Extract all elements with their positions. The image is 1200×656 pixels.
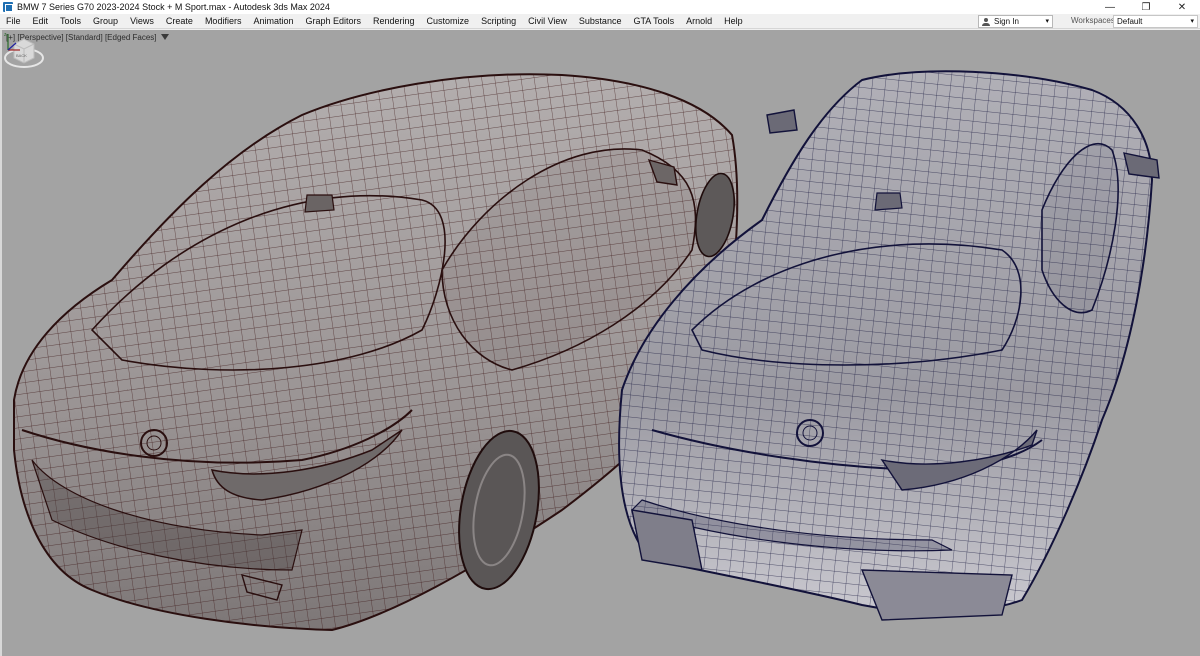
workspaces-value: Default <box>1117 17 1143 26</box>
viewport-scene <box>13 70 1160 632</box>
menu-items: File Edit Tools Group Views Create Modifiers An… <box>0 14 749 29</box>
sign-in-dropdown[interactable]: Sign In ▾ <box>978 15 1053 28</box>
restore-button[interactable]: ❐ <box>1128 0 1164 14</box>
menu-item-arnold[interactable]: Arnold <box>680 14 718 29</box>
title-bar: BMW 7 Series G70 2023-2024 Stock + M Spo… <box>0 0 1200 14</box>
menu-item-scripting[interactable]: Scripting <box>475 14 522 29</box>
close-button[interactable]: ✕ <box>1164 0 1200 14</box>
menu-item-tools[interactable]: Tools <box>54 14 87 29</box>
chevron-down-icon: ▾ <box>1190 18 1194 25</box>
svg-text:z: z <box>4 32 7 38</box>
menu-item-file[interactable]: File <box>0 14 27 29</box>
menu-item-views[interactable]: Views <box>124 14 160 29</box>
window-title: BMW 7 Series G70 2023-2024 Stock + M Spo… <box>17 2 330 12</box>
workspaces-label: Workspaces: <box>1071 16 1118 25</box>
menu-item-graph-editors[interactable]: Graph Editors <box>299 14 367 29</box>
menu-item-create[interactable]: Create <box>160 14 199 29</box>
user-icon <box>982 17 990 26</box>
menu-item-rendering[interactable]: Rendering <box>367 14 421 29</box>
menu-item-substance[interactable]: Substance <box>573 14 628 29</box>
window-controls: — ❐ ✕ <box>1092 0 1200 14</box>
menu-item-group[interactable]: Group <box>87 14 124 29</box>
menu-item-help[interactable]: Help <box>718 14 749 29</box>
menu-item-animation[interactable]: Animation <box>247 14 299 29</box>
menu-item-gta-tools[interactable]: GTA Tools <box>627 14 680 29</box>
car-left-wireframe <box>13 73 739 632</box>
chevron-down-icon: ▾ <box>1045 18 1049 25</box>
sign-in-label: Sign In <box>994 17 1019 26</box>
workspaces-select[interactable]: Default ▾ <box>1113 15 1198 28</box>
menu-item-modifiers[interactable]: Modifiers <box>199 14 248 29</box>
axis-tripod-icon: z <box>4 32 20 51</box>
menu-item-customize[interactable]: Customize <box>421 14 476 29</box>
app-icon <box>3 2 13 12</box>
menu-item-civil-view[interactable]: Civil View <box>522 14 573 29</box>
filter-icon[interactable] <box>161 34 169 40</box>
minimize-button[interactable]: — <box>1092 0 1128 14</box>
menu-item-edit[interactable]: Edit <box>27 14 55 29</box>
menu-bar: File Edit Tools Group Views Create Modifiers An… <box>0 14 1200 29</box>
perspective-viewport[interactable]: [+] [Perspective] [Standard] [Edged Face… <box>0 30 1200 656</box>
